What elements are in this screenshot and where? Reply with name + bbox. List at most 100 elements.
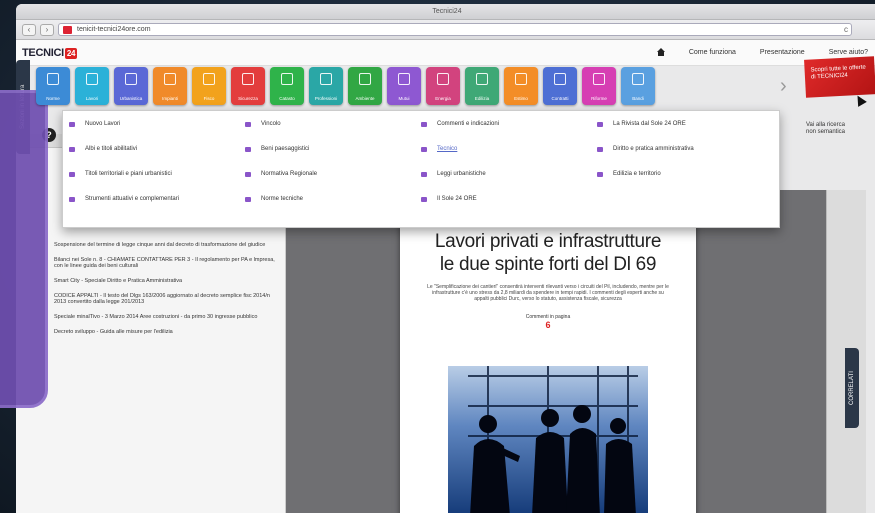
fisco-icon <box>203 73 215 85</box>
promo-banner[interactable]: Scopri tutte le offerte di TECNICI24 <box>804 56 875 98</box>
ambiente-icon <box>359 73 371 85</box>
dropdown-item[interactable]: Nuovo Lavori <box>69 121 245 127</box>
section-tile-ambiente[interactable]: Ambiente <box>348 67 382 105</box>
dropdown-item[interactable]: Beni paesaggistici <box>245 146 421 152</box>
dropdown-column: Commenti e indicazioni Tecnico Leggi urb… <box>421 121 597 217</box>
dropdown-item[interactable]: Leggi urbanistiche <box>421 171 597 177</box>
home-icon[interactable] <box>656 48 665 56</box>
see-all-link[interactable]: Vai alla ricerca non semantica <box>806 122 856 136</box>
site-logo[interactable]: TECNICI 24 <box>22 46 78 59</box>
list-item[interactable]: CODICE APPALTI - Il testo del Dlgs 163/2… <box>54 293 275 305</box>
article-page: Lavori privati e infrastrutture le due s… <box>400 220 696 513</box>
bullet-icon <box>245 121 251 127</box>
section-tile-mutui[interactable]: Mutui <box>387 67 421 105</box>
url-toolbar: ‹ › tenicit-tecnici24ore.com c <box>16 20 875 40</box>
window-title: Tecnici24 <box>432 8 462 15</box>
bullet-icon <box>421 196 427 202</box>
section-tile-fisco[interactable]: Fisco <box>192 67 226 105</box>
article-photo <box>448 366 648 513</box>
list-item[interactable]: Decreto sviluppo - Guida alle misure per… <box>54 329 275 335</box>
list-item[interactable]: Sospensione del termine di legge cinque … <box>54 242 275 248</box>
back-icon[interactable]: ‹ <box>22 23 36 36</box>
article-headline: Lavori privati e infrastrutture le due s… <box>400 230 696 276</box>
dropdown-item[interactable]: Edilizia e territorio <box>597 171 773 177</box>
bullet-icon <box>69 196 75 202</box>
headline-line-2: le due spinte forti del Dl 69 <box>439 254 657 275</box>
riforme-icon <box>593 73 605 85</box>
dropdown-item[interactable]: Titoli territoriali e piani urbanistici <box>69 171 245 177</box>
list-item[interactable]: Speciale minalTivo - 3 Marzo 2014 Aree c… <box>54 314 275 320</box>
dropdown-column: Vincolo Beni paesaggistici Normativa Reg… <box>245 121 421 217</box>
section-tile-impianti[interactable]: Impianti <box>153 67 187 105</box>
dropdown-item[interactable]: La Rivista dal Sole 24 ORE <box>597 121 773 127</box>
bullet-icon <box>245 146 251 152</box>
energia-icon <box>437 73 449 85</box>
nav-link-serve-aiuto[interactable]: Serve aiuto? <box>829 49 868 56</box>
section-tile-edilizia[interactable]: Edilizia <box>465 67 499 105</box>
address-bar[interactable]: tenicit-tecnici24ore.com c <box>58 23 852 36</box>
reload-icon[interactable]: c <box>844 24 848 36</box>
nav-link-presentazione[interactable]: Presentazione <box>760 49 805 56</box>
site-favicon-icon <box>63 26 72 34</box>
section-tile-contratti[interactable]: Contratti <box>543 67 577 105</box>
nav-link-come-funziona[interactable]: Come funziona <box>689 49 736 56</box>
section-tile-sicurezza[interactable]: Sicurezza <box>231 67 265 105</box>
section-tile-bandi[interactable]: Bandi <box>621 67 655 105</box>
bandi-icon <box>632 73 644 85</box>
bullet-icon <box>69 171 75 177</box>
bullet-icon <box>421 121 427 127</box>
dropdown-item[interactable]: Commenti e indicazioni <box>421 121 597 127</box>
impianti-icon <box>164 73 176 85</box>
contratti-icon <box>554 73 566 85</box>
norme-icon <box>47 73 59 85</box>
bullet-icon <box>597 121 603 127</box>
headline-line-1: Lavori privati e infrastrutture <box>434 231 662 252</box>
construction-workers-image <box>468 366 638 513</box>
bullet-icon <box>421 171 427 177</box>
professioni-icon <box>320 73 332 85</box>
next-arrow-icon[interactable]: › <box>780 76 790 96</box>
bullet-icon <box>245 171 251 177</box>
logo-text: TECNICI <box>22 46 64 59</box>
edilizia-icon <box>476 73 488 85</box>
bullet-icon <box>597 171 603 177</box>
dropdown-item-hovered[interactable]: Tecnico <box>421 146 597 152</box>
sicurezza-icon <box>242 73 254 85</box>
lavori-icon <box>86 73 98 85</box>
purple-overlay <box>0 90 48 408</box>
forward-icon[interactable]: › <box>40 23 54 36</box>
article-lede: Le "Semplificazione dei cantieri" consen… <box>427 284 669 302</box>
mutui-icon <box>398 73 410 85</box>
bullet-icon <box>69 121 75 127</box>
estimo-icon <box>515 73 527 85</box>
section-tile-catasto[interactable]: Catasto <box>270 67 304 105</box>
list-item[interactable]: Bilanci nei Sole n. 8 - CHIAMATE CONTATT… <box>54 257 275 269</box>
dropdown-column: La Rivista dal Sole 24 ORE Diritto e pra… <box>597 121 773 217</box>
bullet-icon <box>597 146 603 152</box>
dropdown-item[interactable]: Norme tecniche <box>245 196 421 202</box>
bullet-icon <box>421 146 427 152</box>
dropdown-item[interactable]: Il Sole 24 ORE <box>421 196 597 202</box>
dropdown-item[interactable]: Vincolo <box>245 121 421 127</box>
list-item[interactable]: Smart City - Speciale Diritto e Pratica … <box>54 278 275 284</box>
dropdown-item[interactable]: Diritto e pratica amministrativa <box>597 146 773 152</box>
section-tile-riforme[interactable]: Riforme <box>582 67 616 105</box>
section-tile-norme[interactable]: Norme <box>36 67 70 105</box>
address-bar-url: tenicit-tecnici24ore.com <box>77 26 151 33</box>
section-tile-urbanistica[interactable]: Urbanistica <box>114 67 148 105</box>
section-tile-lavori[interactable]: Lavori <box>75 67 109 105</box>
section-tile-estimo[interactable]: Estimo <box>504 67 538 105</box>
dropdown-item[interactable]: Normativa Regionale <box>245 171 421 177</box>
related-tab[interactable]: CORRELATI <box>845 348 859 428</box>
dropdown-item[interactable]: Strumenti attuativi e complementari <box>69 196 245 202</box>
section-tile-professioni[interactable]: Professioni <box>309 67 343 105</box>
logo-badge: 24 <box>64 47 78 59</box>
bullet-icon <box>69 146 75 152</box>
dropdown-item[interactable]: Albi e titoli abilitativi <box>69 146 245 152</box>
dropdown-column: Nuovo Lavori Albi e titoli abilitativi T… <box>69 121 245 217</box>
section-tile-energia[interactable]: Energia <box>426 67 460 105</box>
comment-count[interactable]: 6 <box>400 320 696 330</box>
window-titlebar: Tecnici24 <box>16 4 875 20</box>
top-nav: Come funziona Presentazione Serve aiuto? <box>656 48 868 56</box>
catasto-icon <box>281 73 293 85</box>
